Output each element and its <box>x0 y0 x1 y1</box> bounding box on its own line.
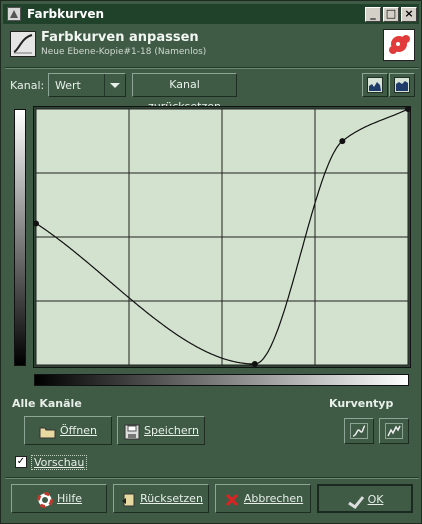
save-button[interactable]: Speichern <box>117 416 205 445</box>
cancel-x-icon <box>223 491 241 507</box>
help-label: Hilfe <box>56 492 83 505</box>
open-button[interactable]: Öffnen <box>24 416 112 445</box>
preview-label[interactable]: Vorschau <box>31 455 88 470</box>
linear-histogram-button[interactable] <box>362 73 388 97</box>
ok-label: OK <box>367 493 384 506</box>
reset-channel-button[interactable]: Kanal zurücksetzen <box>132 73 237 113</box>
close-button[interactable]: × <box>401 7 417 22</box>
smooth-curve-icon <box>350 423 368 439</box>
reset-button[interactable]: Rücksetzen <box>113 484 209 513</box>
ok-button[interactable]: OK <box>317 484 413 513</box>
smooth-curve-button[interactable] <box>344 418 374 444</box>
vertical-value-gradient <box>14 109 26 366</box>
minimize-button[interactable]: _ <box>365 7 381 22</box>
all-channels-label: Alle Kanäle <box>12 397 82 410</box>
open-label: Öffnen <box>60 424 97 437</box>
channel-select-value: Wert <box>55 79 81 92</box>
channel-select[interactable]: Wert <box>48 73 126 97</box>
cancel-label: Abbrechen <box>243 492 304 505</box>
curve-type-label: Kurventyp <box>329 397 394 410</box>
layer-thumbnail <box>383 29 415 61</box>
curve-editor[interactable] <box>33 106 411 368</box>
reset-label: Rücksetzen <box>140 492 203 505</box>
horizontal-value-gradient <box>34 374 409 386</box>
curve-control-point <box>339 138 346 145</box>
help-button[interactable]: Hilfe <box>11 484 107 513</box>
curve-canvas[interactable] <box>33 106 411 367</box>
cancel-button[interactable]: Abbrechen <box>215 484 311 513</box>
linear-histogram-icon <box>367 77 383 93</box>
header-separator <box>5 67 419 69</box>
save-label: Speichern <box>144 424 199 437</box>
gimp-app-icon <box>7 7 21 21</box>
layer-name: Neue Ebene-Kopie#1-18 (Namenlos) <box>41 47 207 57</box>
dialog-header: Farbkurven anpassen Neue Ebene-Kopie#1-1… <box>7 29 417 65</box>
preview-checkbox[interactable]: ✓ <box>15 456 27 468</box>
maximize-button[interactable]: □ <box>383 7 399 22</box>
dialog-title: Farbkurven anpassen <box>41 30 199 45</box>
log-histogram-icon <box>394 77 410 93</box>
help-lifebuoy-icon <box>36 491 54 508</box>
folder-open-icon <box>39 423 57 439</box>
save-icon <box>123 423 141 440</box>
chevron-down-icon[interactable] <box>104 74 125 96</box>
window-title: Farbkurven <box>27 7 105 21</box>
freehand-curve-button[interactable] <box>379 418 409 444</box>
curves-tool-icon <box>10 31 36 57</box>
title-bar[interactable]: Farbkurven _ □ × <box>3 4 419 24</box>
channel-label: Kanal: <box>10 79 45 92</box>
curve-control-point <box>251 360 258 367</box>
curves-dialog: Farbkurven _ □ × Farbkurven anpassen Neu… <box>0 0 422 524</box>
footer-separator <box>5 477 419 479</box>
reset-icon <box>119 491 137 507</box>
log-histogram-button[interactable] <box>389 73 415 97</box>
freehand-curve-icon <box>385 423 403 439</box>
ok-check-icon <box>347 492 365 510</box>
